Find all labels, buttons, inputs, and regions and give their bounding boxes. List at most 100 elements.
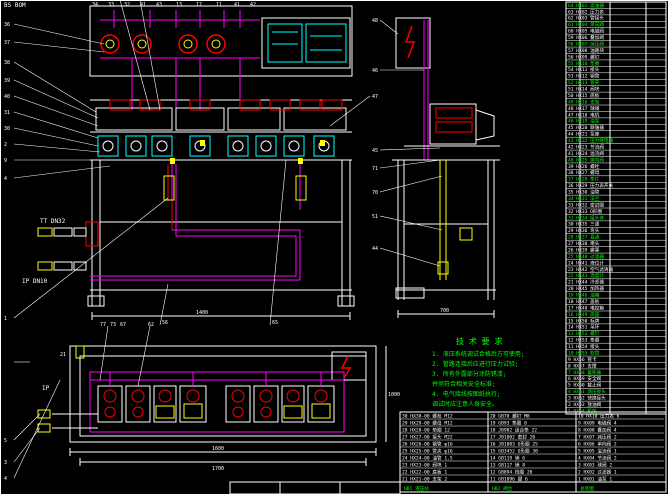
parts-right-row: 47 HX18 电机 xyxy=(568,111,600,118)
parts-right-row: 44 HX21 泵座 xyxy=(568,131,600,138)
corner-label: BS BOM xyxy=(4,2,26,9)
parts-right-row: 20 HX45 加热器 xyxy=(568,285,604,292)
parts-right-row: 14 HX51 吊环 xyxy=(568,325,600,331)
valve-stack-row xyxy=(90,99,352,161)
svg-text:34: 34 xyxy=(92,2,98,8)
svg-text:1: 1 xyxy=(4,316,7,322)
parts-bottom-row: 18 JB982 组合垫 22 xyxy=(490,427,537,434)
parts-right-row: 17 HX48 电控箱 xyxy=(568,304,604,311)
parts-right-row: 19 HX46 油箱 xyxy=(568,292,600,299)
parts-right-row: 42 HX23 节流阀 xyxy=(568,143,604,150)
svg-text:40: 40 xyxy=(4,94,10,100)
parts-right-row: 51 HX14 阀块 xyxy=(568,86,600,93)
title-strip xyxy=(229,481,401,495)
svg-text:32: 32 xyxy=(124,2,130,8)
parts-right-row: 34 HX31 法兰 xyxy=(568,195,600,202)
parts-right-row: 37 HX28 垫片 xyxy=(568,176,600,183)
parts-bottom-row: 27 HX27-00 接头 M22 xyxy=(402,434,453,441)
svg-text:41: 41 xyxy=(234,2,240,8)
svg-text:42: 42 xyxy=(250,2,256,8)
parts-right-row: 36 HX29 压力表开关 xyxy=(568,182,614,189)
svg-text:41: 41 xyxy=(140,2,146,8)
svg-text:45: 45 xyxy=(372,148,378,154)
parts-bottom-row: 28 HX28-00 垫圈 12 xyxy=(402,427,450,434)
parts-bottom-row: 3 HX03 球阀 2 xyxy=(578,462,612,469)
parts-right-row: 12 HX53 垫圈 xyxy=(568,337,600,344)
parts-bottom-row: 1 HX01 油泵 1 xyxy=(578,476,612,483)
svg-text:70: 70 xyxy=(372,190,378,196)
svg-text:31: 31 xyxy=(4,110,10,116)
svg-text:33: 33 xyxy=(108,2,114,8)
svg-text:13: 13 xyxy=(176,2,182,8)
svg-text:48: 48 xyxy=(372,18,378,24)
svg-text:38: 38 xyxy=(4,60,10,66)
parts-bottom-row: 21 HX21-00 支架 2 xyxy=(402,476,447,483)
parts-right-row: 15 HX50 标牌 xyxy=(568,317,600,324)
front-view[interactable]: TT DN32 IP DN10 1400 36 37 38 39 40 31 3… xyxy=(4,0,378,363)
parts-list-right[interactable]: 64 HX01 滤油器63 HX02 压力表62 HX03 管接头61 HX04… xyxy=(565,1,667,415)
svg-text:3: 3 xyxy=(4,460,7,466)
parts-right-row: 25 HX40 过滤器 xyxy=(568,253,604,260)
parts-right-row: 6 HX59 安全阀 xyxy=(568,375,602,382)
parts-right-row: 53 HX12 钢管 xyxy=(568,73,600,80)
parts-bottom-row: 10 HX10 压力表 6 xyxy=(578,413,620,420)
parts-bottom-row: 9 HX09 电磁阀 4 xyxy=(578,420,617,427)
parts-bottom-row: 25 HX25-00 管夹 φ16 xyxy=(402,448,453,455)
parts-right-row: 13 HX52 螺钉 xyxy=(568,330,600,337)
svg-text:62: 62 xyxy=(148,322,154,328)
parts-list-bottom[interactable]: 30 HX30-00 螺栓 M1229 HX29-00 螺母 M1228 HX2… xyxy=(399,411,667,493)
svg-text:71: 71 xyxy=(372,166,378,172)
parts-right-row: 24 HX41 液位计 xyxy=(568,259,604,266)
parts-right-row: 10 HX55 软管 xyxy=(568,349,600,356)
svg-text:4. 电气接线按图纸执行;: 4. 电气接线按图纸执行; xyxy=(432,390,500,398)
parts-footer-cell: HB2 阀台 xyxy=(492,485,513,492)
parts-right-row: 22 HX43 温度计 xyxy=(568,272,604,279)
parts-right-row: 21 HX44 冷却器 xyxy=(568,279,604,286)
parts-right-row: 18 HX47 盖板 xyxy=(568,298,600,305)
side-view[interactable]: 700 48 46 45 71 70 51 44 xyxy=(372,17,500,318)
parts-right-row: 35 HX30 油管 xyxy=(568,189,600,196)
svg-text:5: 5 xyxy=(4,438,7,444)
svg-text:4: 4 xyxy=(4,176,7,182)
parts-right-row: 26 HX39 螺塞 xyxy=(568,246,600,253)
parts-right-row: 41 HX24 溢流阀 xyxy=(568,150,604,157)
parts-right-row: 33 HX32 密封圈 xyxy=(568,201,604,208)
parts-right-row: 52 HX13 管夹 xyxy=(568,79,600,86)
parts-right-row: 5 HX60 截止阀 xyxy=(568,382,602,389)
svg-text:1. 液压系统调试合格后方可使用;: 1. 液压系统调试合格后方可使用; xyxy=(432,350,524,358)
parts-right-row: 32 HX33 O形圈 xyxy=(568,208,602,215)
parts-bottom-row: 5 HX05 溢流阀 1 xyxy=(578,448,617,455)
parts-bottom-row: 22 HX22-00 底板 1 xyxy=(402,469,447,476)
svg-text:调试时应注意人身安全。: 调试时应注意人身安全。 xyxy=(432,400,498,408)
svg-text:65: 65 xyxy=(272,320,278,326)
plan-label-ip: IP xyxy=(42,385,50,392)
svg-text:2: 2 xyxy=(4,142,7,148)
parts-bottom-row: 20 GB70 螺钉 M8 xyxy=(490,413,530,420)
parts-right-row: 7 HX58 蓄能器 xyxy=(568,369,602,376)
parts-right-row: 59 HX06 叠加阀 xyxy=(568,34,604,41)
parts-right-row: 3 HX62 快换接头 xyxy=(568,395,606,402)
parts-bottom-row: 2 HX02 过滤器 1 xyxy=(578,469,617,476)
pressure-gauge-row xyxy=(100,34,226,54)
parts-bottom-row: 12 GB894 挡圈 20 xyxy=(490,469,533,476)
svg-text:并须符合相关安全标准;: 并须符合相关安全标准; xyxy=(432,380,496,388)
parts-footer-cell: 总装图 xyxy=(580,485,594,492)
svg-text:44: 44 xyxy=(372,246,378,252)
parts-bottom-row: 11 GB1096 键 6 xyxy=(490,476,528,483)
parts-right-row: 39 HX26 螺栓 xyxy=(568,163,600,170)
inlet-fittings xyxy=(37,227,87,271)
plan-width-inner-dim: 1600 xyxy=(212,446,224,452)
plan-view[interactable]: 1600 1700 1000 IP 5 3 4 77 73 67 62 21 xyxy=(4,322,400,482)
parts-bottom-row: 15 GB3452 O形圈 30 xyxy=(490,448,538,455)
parts-right-row: 54 HX11 接头 xyxy=(568,66,600,73)
parts-right-row: 48 HX17 球阀 xyxy=(568,105,600,112)
cad-drawing-canvas[interactable]: BS BOM TT DN32 IP DN10 1400 36 37 38 39 … xyxy=(0,0,669,495)
svg-text:2. 管路连接后应进行压力试验;: 2. 管路连接后应进行压力试验; xyxy=(432,360,518,368)
parts-right-row: 43 HX22 压力继电器 xyxy=(568,137,614,144)
parts-bottom-row: 13 GB117 销 8 xyxy=(490,462,525,469)
technical-notes: 技 术 要 求 1. 液压系统调试合格后方可使用; 2. 管路连接后应进行压力试… xyxy=(432,336,524,408)
parts-right-row: 55 HX10 垫圈 xyxy=(568,60,600,67)
parts-right-row: 8 HX57 支撑 xyxy=(568,362,597,369)
parts-right-row: 28 HX37 直通 xyxy=(568,234,600,241)
parts-bottom-row: 4 HX04 节流阀 2 xyxy=(578,455,617,462)
